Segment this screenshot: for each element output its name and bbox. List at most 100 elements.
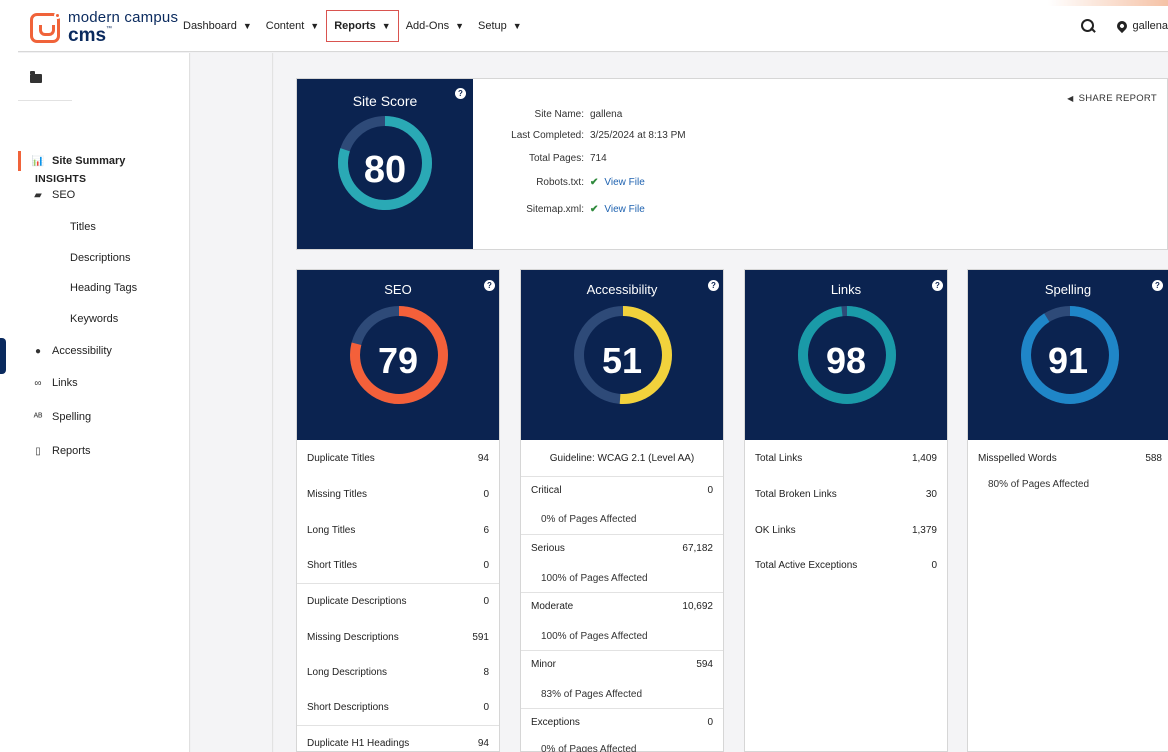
stat-value: 0 [931, 559, 937, 571]
nav-addons[interactable]: Add-Ons ▼ [399, 10, 471, 42]
sidebar-item-seo[interactable]: ▰ SEO [18, 185, 75, 205]
help-icon[interactable]: ? [1152, 280, 1163, 291]
table-row[interactable]: Total Links 1,409 [745, 440, 947, 476]
share-report-label: SHARE REPORT [1078, 93, 1157, 104]
share-report-button[interactable]: ◀ SHARE REPORT [1067, 93, 1157, 104]
sidebar-item-label: Reports [52, 445, 91, 457]
stat-value: 0 [483, 701, 489, 713]
table-row[interactable]: Total Active Exceptions 0 [745, 547, 947, 583]
stat-value: 0 [707, 485, 713, 496]
nav-setup[interactable]: Setup ▼ [471, 10, 529, 42]
table-row[interactable]: Short Descriptions 0 [297, 689, 499, 725]
sidebar-heading: INSIGHTS [35, 173, 87, 185]
links-panel: Links ? 98 [745, 270, 947, 440]
stat-sub: 100% of Pages Affected [541, 631, 648, 642]
sidebar-item-accessibility[interactable]: ● Accessibility [18, 341, 112, 361]
sidebar-item-label: Spelling [52, 411, 92, 423]
site-score-value: 80 [363, 149, 407, 191]
sidebar-item-links[interactable]: ∞ Links [18, 373, 78, 393]
table-row[interactable]: Duplicate Descriptions 0 [297, 583, 499, 619]
stat-value: 8 [483, 666, 489, 678]
seo-title: SEO [384, 282, 412, 297]
sidebar-subitem-descriptions[interactable]: Descriptions [70, 252, 131, 264]
table-row[interactable]: Total Broken Links 30 [745, 476, 947, 512]
search-icon[interactable] [1080, 19, 1095, 33]
link-icon: ∞ [34, 377, 42, 389]
active-indicator [18, 151, 21, 171]
stat-value: 0 [483, 596, 489, 607]
seo-panel: SEO ? 79 [297, 270, 499, 440]
table-row[interactable]: Duplicate H1 Headings 94 [297, 725, 499, 752]
folder-icon[interactable] [30, 71, 42, 83]
bar-chart-icon: 📊 [31, 155, 45, 167]
send-icon: ◀ [1067, 94, 1074, 103]
table-row[interactable]: Critical 0 [521, 476, 723, 534]
stat-sub: 0% of Pages Affected [541, 744, 637, 752]
total-pages-value: 714 [590, 153, 607, 164]
spelling-score-value: 91 [1047, 340, 1089, 381]
stat-label: Critical [531, 485, 562, 496]
stat-value: 0 [483, 559, 489, 571]
secondary-panel [191, 53, 273, 752]
spelling-card: Spelling ? 91 Misspelled Words 588 80% of… [967, 269, 1168, 752]
nav-reports[interactable]: Reports ▼ [326, 10, 399, 42]
stat-label: Moderate [531, 601, 574, 612]
total-pages-label: Total Pages: [528, 153, 584, 164]
help-icon[interactable]: ? [484, 280, 495, 291]
seo-icon: ▰ [34, 189, 42, 201]
sitemap-view-file-link[interactable]: View File [604, 204, 644, 215]
site-selector[interactable]: gallena [1114, 18, 1168, 34]
stat-value: 10,692 [682, 601, 713, 612]
accessibility-panel: Accessibility ? 51 [521, 270, 723, 440]
nav-reports-label: Reports [334, 20, 376, 32]
decorative-glyph [0, 338, 6, 374]
stat-label: Exceptions [531, 717, 580, 728]
stat-label: Total Broken Links [755, 488, 837, 500]
nav-content[interactable]: Content ▼ [259, 10, 326, 42]
nav-dashboard[interactable]: Dashboard ▼ [176, 10, 259, 42]
links-score-value: 98 [825, 340, 867, 381]
sidebar-item-label: Accessibility [52, 345, 112, 357]
table-row[interactable]: OK Links 1,379 [745, 512, 947, 548]
sidebar-item-site-summary[interactable]: 📊 Site Summary [18, 151, 125, 171]
help-icon[interactable]: ? [708, 280, 719, 291]
stat-value: 591 [472, 631, 489, 643]
robots-view-file-link[interactable]: View File [604, 177, 644, 188]
stat-label: Short Titles [307, 559, 358, 571]
table-row[interactable]: Long Descriptions 8 [297, 654, 499, 690]
table-row[interactable]: Misspelled Words 588 [968, 440, 1168, 476]
sidebar-item-label: Links [52, 377, 78, 389]
sidebar-item-reports[interactable]: ▯ Reports [18, 441, 91, 461]
table-row[interactable]: Missing Descriptions 591 [297, 619, 499, 655]
links-title: Links [830, 282, 862, 297]
logo-line1: modern campus [68, 9, 179, 26]
help-icon[interactable]: ? [932, 280, 943, 291]
sidebar-subitem-titles[interactable]: Titles [70, 221, 96, 233]
table-row[interactable]: Short Titles 0 [297, 547, 499, 583]
logo-tm: ™ [106, 26, 113, 32]
stat-label: OK Links [755, 524, 796, 536]
last-completed-label: Last Completed: [511, 130, 584, 141]
accessibility-card: Accessibility ? 51 Guideline: WCAG 2.1 (… [520, 269, 724, 752]
outer-left-strip [0, 0, 18, 752]
last-completed-value: 3/25/2024 at 8:13 PM [590, 130, 686, 141]
logo[interactable]: modern campus cms™ [30, 10, 178, 45]
sidebar-item-spelling[interactable]: ᴬᴮ Spelling [18, 407, 91, 427]
stat-value: 94 [477, 452, 489, 464]
document-icon: ▯ [35, 445, 41, 457]
sidebar-subitem-heading-tags[interactable]: Heading Tags [70, 282, 137, 294]
sidebar-subitem-keywords[interactable]: Keywords [70, 313, 118, 325]
stat-label: Misspelled Words [978, 452, 1057, 464]
sidebar-divider [18, 100, 72, 101]
table-row[interactable]: Duplicate Titles 94 [297, 440, 499, 476]
sidebar: INSIGHTS 📊 Site Summary ▰ SEO Titles Des… [18, 53, 190, 752]
help-icon[interactable]: ? [455, 88, 466, 99]
stat-value: 594 [696, 659, 713, 670]
table-row[interactable]: Missing Titles 0 [297, 476, 499, 512]
table-row[interactable]: Long Titles 6 [297, 512, 499, 548]
nav-setup-label: Setup [478, 20, 507, 32]
accessibility-icon: ● [34, 345, 42, 357]
stat-label: Duplicate Titles [307, 452, 375, 464]
stat-sub: 80% of Pages Affected [988, 479, 1090, 490]
stat-label: Duplicate Descriptions [307, 596, 407, 607]
